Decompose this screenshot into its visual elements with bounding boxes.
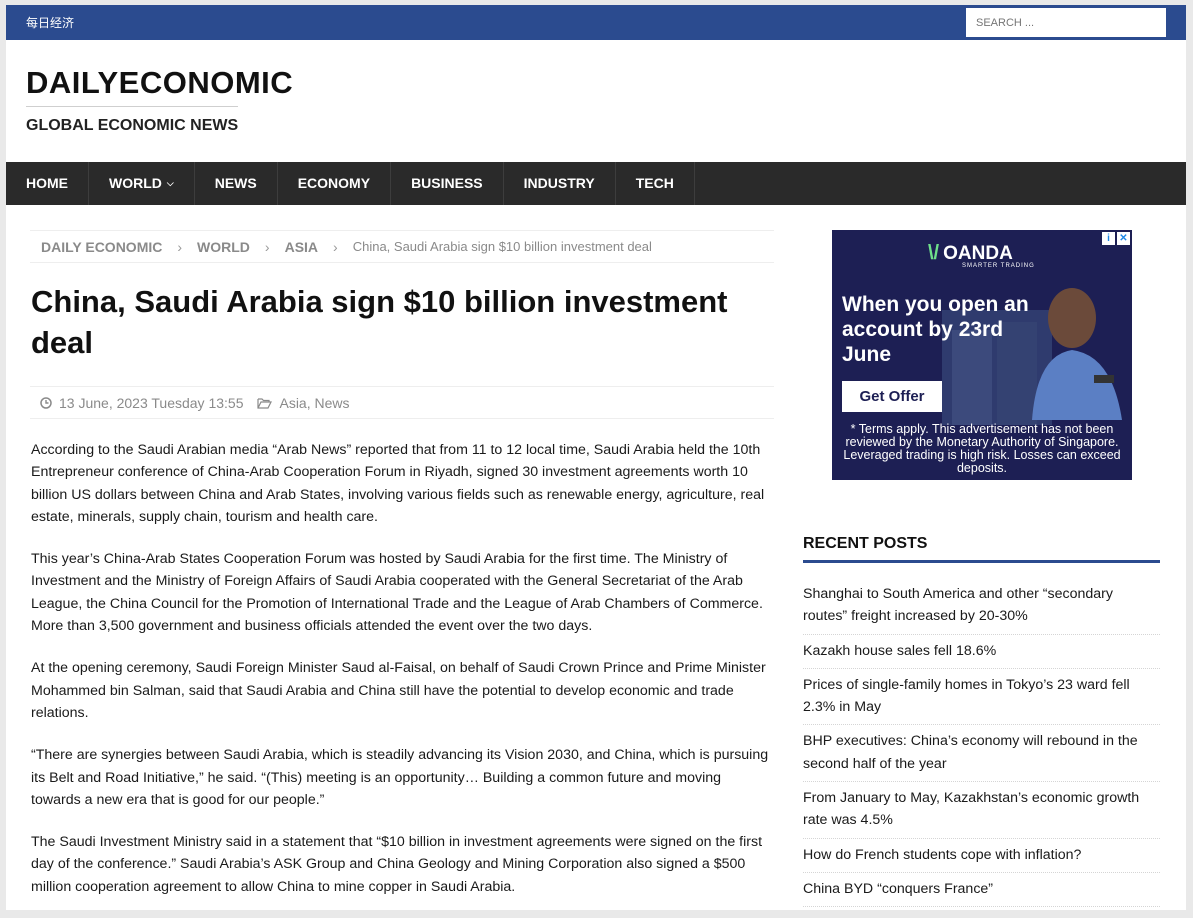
- recent-post-link[interactable]: Kazakh house sales fell 18.6%: [803, 640, 1160, 669]
- nav-industry[interactable]: INDUSTRY: [504, 162, 616, 205]
- category-news[interactable]: News: [315, 395, 350, 411]
- article-title: China, Saudi Arabia sign $10 billion inv…: [31, 284, 728, 360]
- page: 每日经济 DAILYECONOMIC GLOBAL ECONOMIC NEWS …: [6, 5, 1186, 910]
- oanda-logo-icon: \/: [928, 242, 940, 264]
- article-meta: 13 June, 2023 Tuesday 13:55 Asia, News: [30, 386, 774, 419]
- folder-icon: [257, 397, 273, 409]
- chevron-right-icon: ›: [177, 238, 183, 255]
- search-input[interactable]: [966, 8, 1166, 37]
- article-body: According to the Saudi Arabian media “Ar…: [31, 439, 771, 918]
- article-date: 13 June, 2023 Tuesday 13:55: [59, 394, 244, 411]
- adchoices[interactable]: i ✕: [1102, 232, 1130, 245]
- logo-divider: [26, 106, 238, 107]
- main-nav: HOME WORLD ⌵ NEWS ECONOMY BUSINESS INDUST…: [6, 162, 1186, 205]
- nav-economy[interactable]: ECONOMY: [278, 162, 392, 205]
- site-tagline: GLOBAL ECONOMIC NEWS: [26, 117, 239, 134]
- chevron-right-icon: ›: [333, 238, 338, 255]
- breadcrumb-asia[interactable]: ASIA: [285, 239, 318, 255]
- breadcrumb: DAILY ECONOMIC › WORLD › ASIA › China, S…: [30, 230, 774, 263]
- category-separator: ,: [306, 394, 315, 411]
- nav-economy-label: ECONOMY: [297, 175, 371, 191]
- recent-post-link[interactable]: China BYD “conquers France”: [803, 878, 1160, 908]
- sidebar-ad[interactable]: i ✕ \/ OANDA SMARTER TRADING When you op…: [832, 230, 1132, 480]
- nav-home[interactable]: HOME: [6, 162, 89, 205]
- ad-headline: When you open an account by 23rd June: [842, 293, 1029, 366]
- ad-brand: \/ OANDA: [928, 242, 1013, 265]
- nav-business-label: BUSINESS: [411, 175, 483, 191]
- recent-posts-list: Shanghai to South America and other “sec…: [803, 583, 1160, 912]
- recent-post-link[interactable]: How do French students cope with inflati…: [803, 844, 1160, 873]
- ad-disclaimer: * Terms apply. This advertisement has no…: [843, 422, 1121, 475]
- nav-industry-label: INDUSTRY: [523, 175, 595, 191]
- article-paragraph: “There are synergies between Saudi Arabi…: [31, 747, 769, 808]
- chevron-right-icon: ›: [264, 238, 270, 255]
- breadcrumb-current: China, Saudi Arabia sign $10 billion inv…: [352, 239, 652, 254]
- ad-cta-button[interactable]: Get Offer: [842, 381, 942, 412]
- nav-home-label: HOME: [26, 175, 68, 191]
- nav-news-label: NEWS: [214, 175, 257, 191]
- chevron-down-icon: ⌵: [166, 178, 174, 188]
- top-bar: 每日经济: [6, 5, 1186, 40]
- article-paragraph: At the opening ceremony, Saudi Foreign M…: [31, 660, 766, 721]
- article-paragraph: According to the Saudi Arabian media “Ar…: [31, 442, 765, 525]
- info-icon[interactable]: i: [1102, 232, 1115, 245]
- ad-brand-name: OANDA: [943, 242, 1013, 264]
- nav-tech-label: TECH: [635, 175, 674, 191]
- site-name-cn[interactable]: 每日经济: [26, 14, 74, 31]
- article-paragraph: The Saudi Investment Ministry said in a …: [31, 834, 763, 895]
- nav-business[interactable]: BUSINESS: [391, 162, 504, 205]
- recent-post-link[interactable]: Prices of single-family homes in Tokyo’s…: [803, 674, 1160, 726]
- recent-post-link[interactable]: Shanghai to South America and other “sec…: [803, 583, 1160, 635]
- recent-post-link[interactable]: BHP executives: China’s economy will reb…: [803, 730, 1160, 783]
- recent-posts-divider: [803, 560, 1160, 563]
- clock-icon: [40, 396, 52, 409]
- site-logo[interactable]: DAILYECONOMIC: [26, 65, 293, 101]
- recent-post-link[interactable]: From January to May, Kazakhstan’s econom…: [803, 787, 1160, 839]
- breadcrumb-world[interactable]: WORLD: [197, 239, 250, 255]
- nav-news[interactable]: NEWS: [195, 162, 278, 205]
- ad-brand-sub: SMARTER TRADING: [962, 263, 1035, 269]
- article-paragraph: This year’s China-Arab States Cooperatio…: [31, 551, 763, 635]
- nav-tech[interactable]: TECH: [616, 162, 695, 205]
- recent-posts-title: RECENT POSTS: [803, 535, 928, 552]
- nav-world-label: WORLD: [109, 175, 162, 191]
- close-icon[interactable]: ✕: [1117, 232, 1130, 245]
- category-asia[interactable]: Asia: [279, 395, 306, 411]
- nav-world[interactable]: WORLD ⌵: [89, 162, 195, 205]
- breadcrumb-home[interactable]: DAILY ECONOMIC: [41, 239, 162, 255]
